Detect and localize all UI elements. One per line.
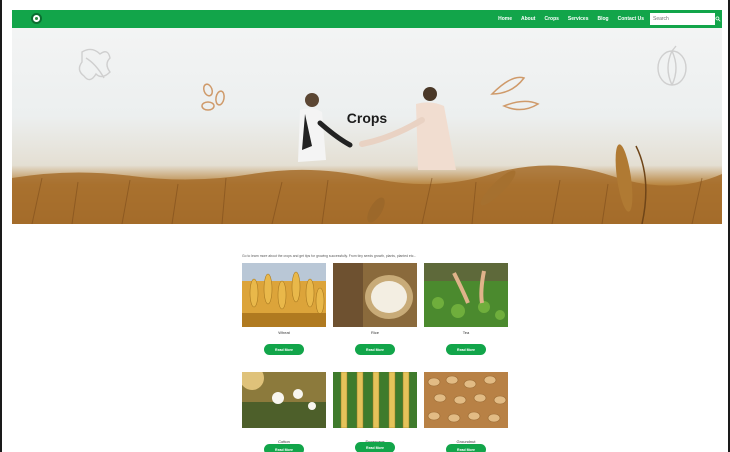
- crop-name: Rice: [370, 330, 379, 335]
- tea-read-more-button[interactable]: Read More: [446, 344, 486, 355]
- hero-title: Crops: [346, 110, 388, 126]
- groundnut-read-more-button[interactable]: Read More: [446, 444, 486, 452]
- crop-card-sugarcane: Sugarcane: [333, 372, 417, 444]
- pumpkin-doodle-icon: [657, 45, 687, 86]
- nav-about[interactable]: About: [521, 16, 535, 22]
- cotton-read-more-button[interactable]: Read More: [264, 444, 304, 452]
- rice-read-more-button[interactable]: Read More: [355, 344, 395, 355]
- almond-doodle-icon: [490, 76, 540, 111]
- groundnut-image: [424, 372, 508, 436]
- nav-links: Home About Crops Services Blog Contact U…: [498, 10, 644, 28]
- wheat-read-more-button[interactable]: Read More: [264, 344, 304, 355]
- nav-contact-us[interactable]: Contact Us: [618, 16, 644, 22]
- person-left-figure: [298, 93, 353, 162]
- nav-home[interactable]: Home: [498, 16, 512, 22]
- hero-image: [12, 45, 722, 224]
- page-frame: Home About Crops Services Blog Contact U…: [0, 0, 730, 452]
- sugarcane-read-more-button[interactable]: Read More: [355, 442, 395, 452]
- top-navbar: Home About Crops Services Blog Contact U…: [12, 10, 722, 28]
- person-right-figure: [359, 87, 456, 170]
- crop-card-wheat: Wheat: [242, 263, 326, 335]
- tea-image: [424, 263, 508, 327]
- search-icon[interactable]: [715, 14, 721, 24]
- intro-text: Go to learn more about the crops and get…: [242, 254, 417, 258]
- wheat-image: [242, 263, 326, 327]
- seeds-doodle-icon: [201, 83, 225, 111]
- crop-name: Wheat: [278, 330, 290, 335]
- rice-image: [333, 263, 417, 327]
- logo[interactable]: [31, 13, 42, 24]
- crop-card-rice: Rice: [333, 263, 417, 335]
- crop-card-groundnut: Groundnut: [424, 372, 508, 444]
- hero-banner: Crops: [12, 28, 722, 224]
- leaf-doodle-icon: [78, 48, 111, 81]
- nav-blog[interactable]: Blog: [597, 16, 608, 22]
- crop-card-cotton: Cotton: [242, 372, 326, 444]
- cotton-image: [242, 372, 326, 436]
- sugarcane-image: [333, 372, 417, 436]
- crop-card-tea: Tea: [424, 263, 508, 335]
- crop-name: Tea: [462, 330, 470, 335]
- search-input[interactable]: [650, 13, 715, 25]
- nav-services[interactable]: Services: [568, 16, 589, 22]
- wheat-field-texture: [12, 165, 722, 224]
- nav-crops[interactable]: Crops: [544, 16, 558, 22]
